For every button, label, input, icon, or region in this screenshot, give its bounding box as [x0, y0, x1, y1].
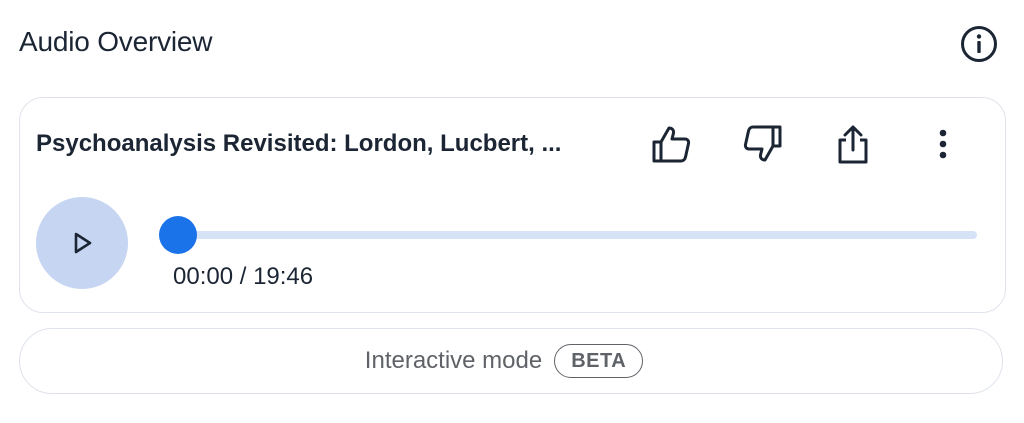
- more-vert-icon[interactable]: [919, 120, 967, 168]
- thumbs-up-icon[interactable]: [648, 120, 696, 168]
- beta-badge: BETA: [554, 344, 644, 378]
- progress-slider[interactable]: [162, 231, 977, 239]
- play-button[interactable]: [36, 197, 128, 289]
- interactive-mode-button[interactable]: Interactive mode BETA: [19, 328, 1003, 394]
- info-icon[interactable]: [960, 25, 998, 63]
- audio-player-card: Psychoanalysis Revisited: Lordon, Lucber…: [19, 97, 1006, 313]
- episode-title: Psychoanalysis Revisited: Lordon, Lucber…: [36, 130, 562, 157]
- play-icon: [74, 232, 92, 254]
- interactive-mode-label: Interactive mode: [364, 347, 543, 374]
- thumbs-down-icon[interactable]: [738, 120, 786, 168]
- progress-thumb[interactable]: [159, 216, 197, 254]
- time-readout: 00:00 / 19:46: [173, 263, 314, 290]
- share-icon[interactable]: [829, 120, 877, 168]
- section-title: Audio Overview: [19, 26, 213, 57]
